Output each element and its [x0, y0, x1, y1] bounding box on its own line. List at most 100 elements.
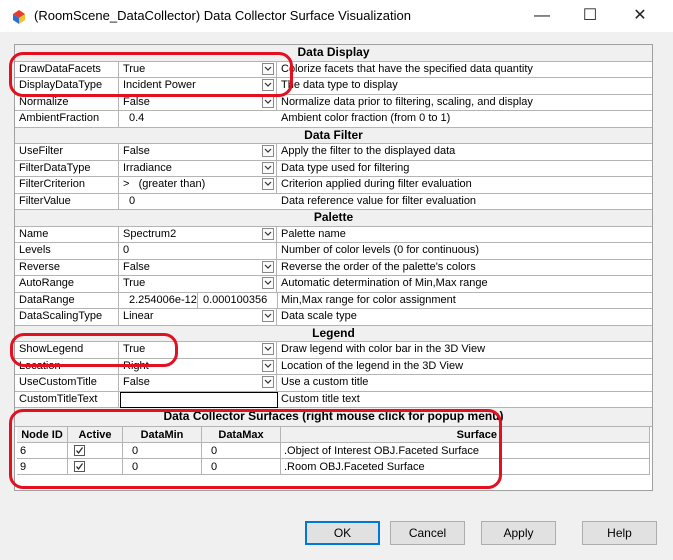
prop-row-data-scaling-type[interactable]: DataScalingType Linear Data scale type — [15, 309, 652, 326]
column-header-datamin[interactable]: DataMin — [123, 427, 202, 443]
dropdown-arrow-icon[interactable] — [262, 260, 274, 273]
prop-name: ShowLegend — [15, 342, 119, 358]
prop-row-data-range[interactable]: DataRange 2.254006e-12 0.000100356 Min,M… — [15, 292, 652, 309]
prop-value[interactable]: Right — [120, 358, 277, 374]
prop-description: Min,Max range for color assignment — [281, 293, 456, 306]
section-title: Palette — [313, 210, 354, 224]
section-title: Legend — [312, 325, 355, 340]
surfaces-table: Node ID Active DataMin DataMax Surface 6… — [17, 427, 650, 490]
prop-name: CustomTitleText — [15, 391, 119, 407]
prop-description: Ambient color fraction (from 0 to 1) — [281, 112, 451, 124]
dropdown-arrow-icon[interactable] — [262, 227, 274, 240]
close-button[interactable]: ✕ — [617, 0, 663, 32]
prop-value[interactable]: Linear — [120, 309, 277, 325]
column-header-datamax[interactable]: DataMax — [202, 427, 281, 443]
active-cell[interactable] — [68, 443, 123, 459]
prop-value[interactable]: > (greater than) — [120, 177, 277, 193]
prop-name: Location — [15, 358, 119, 374]
ok-button[interactable]: OK — [305, 521, 380, 545]
prop-description: Number of color levels (0 for continuous… — [281, 244, 480, 256]
dropdown-arrow-icon[interactable] — [262, 145, 274, 157]
prop-row-filter-value[interactable]: FilterValue 0 Data reference value for f… — [15, 193, 652, 210]
maximize-button[interactable]: ☐ — [567, 0, 613, 32]
prop-row-ambient-fraction[interactable]: AmbientFraction 0.4 Ambient color fracti… — [15, 111, 652, 128]
prop-value[interactable]: True — [120, 342, 277, 358]
column-header-surface[interactable]: Surface — [281, 427, 650, 443]
prop-value[interactable]: 0.4 — [120, 111, 278, 127]
prop-description: Apply the filter to the displayed data — [281, 145, 456, 157]
dropdown-arrow-icon[interactable] — [262, 343, 274, 355]
prop-value[interactable]: False — [120, 375, 277, 391]
help-button[interactable]: Help — [582, 521, 657, 545]
prop-name: UseCustomTitle — [15, 375, 119, 391]
apply-button[interactable]: Apply — [481, 521, 556, 545]
prop-row-location[interactable]: Location Right Location of the legend in… — [15, 358, 652, 375]
prop-name: DrawDataFacets — [15, 61, 119, 77]
prop-value[interactable]: False — [120, 259, 277, 275]
prop-name: DataScalingType — [15, 309, 119, 325]
column-header-node-id[interactable]: Node ID — [17, 427, 68, 443]
prop-value[interactable]: False — [120, 144, 277, 160]
prop-name: AutoRange — [15, 276, 119, 292]
prop-value[interactable]: True — [120, 276, 277, 292]
prop-name: Reverse — [15, 259, 119, 275]
prop-description: Custom title text — [281, 392, 360, 405]
prop-row-palette-name[interactable]: Name Spectrum2 Palette name — [15, 226, 652, 243]
prop-description: Use a custom title — [281, 376, 369, 388]
prop-row-normalize[interactable]: Normalize False Normalize data prior to … — [15, 94, 652, 111]
prop-row-filter-criterion[interactable]: FilterCriterion > (greater than) Criteri… — [15, 177, 652, 194]
dropdown-arrow-icon[interactable] — [262, 359, 274, 372]
app-icon — [13, 10, 25, 24]
prop-description: Draw legend with color bar in the 3D Vie… — [281, 343, 486, 355]
dropdown-arrow-icon[interactable] — [262, 161, 274, 174]
dropdown-arrow-icon[interactable] — [262, 178, 274, 190]
surface-cell: .Object of Interest OBJ.Faceted Surface — [281, 443, 650, 459]
prop-value[interactable]: Incident Power — [120, 78, 277, 94]
prop-value[interactable]: Spectrum2 — [120, 226, 277, 242]
minimize-button[interactable]: — — [519, 0, 565, 32]
dropdown-arrow-icon[interactable] — [262, 79, 274, 91]
dropdown-arrow-icon[interactable] — [262, 277, 274, 289]
prop-value[interactable]: True — [120, 61, 277, 77]
prop-name: FilterCriterion — [15, 177, 119, 193]
prop-row-levels[interactable]: Levels 0 Number of color levels (0 for c… — [15, 243, 652, 260]
prop-value[interactable]: Irradiance — [120, 160, 277, 176]
section-title: Data Display — [297, 45, 370, 59]
datamin-cell: 0 — [123, 459, 202, 475]
datamin-cell: 0 — [123, 443, 202, 459]
dropdown-arrow-icon[interactable] — [262, 95, 274, 108]
prop-description: Colorize facets that have the specified … — [281, 62, 533, 75]
cancel-button[interactable]: Cancel — [390, 521, 465, 545]
active-cell[interactable] — [68, 459, 123, 475]
dropdown-arrow-icon[interactable] — [262, 310, 274, 322]
section-palette: Palette — [15, 210, 652, 227]
prop-row-draw-data-facets[interactable]: DrawDataFacets True Colorize facets that… — [15, 61, 652, 78]
custom-title-text-input[interactable] — [120, 391, 278, 408]
prop-row-custom-title-text[interactable]: CustomTitleText Custom title text — [15, 391, 652, 408]
prop-row-filter-data-type[interactable]: FilterDataType Irradiance Data type used… — [15, 160, 652, 177]
column-header-active[interactable]: Active — [68, 427, 123, 443]
dropdown-arrow-icon[interactable] — [262, 376, 274, 388]
prop-row-use-custom-title[interactable]: UseCustomTitle False Use a custom title — [15, 375, 652, 392]
prop-value[interactable]: False — [120, 94, 277, 110]
prop-value[interactable]: 0 — [120, 194, 278, 210]
prop-name: Name — [15, 226, 119, 242]
data-range-max-input[interactable]: 0.000100356 — [199, 292, 278, 308]
prop-name: AmbientFraction — [15, 111, 119, 127]
data-range-min-input[interactable]: 2.254006e-12 — [120, 292, 198, 308]
prop-row-reverse[interactable]: Reverse False Reverse the order of the p… — [15, 259, 652, 276]
active-checkbox[interactable] — [74, 445, 85, 456]
prop-row-auto-range[interactable]: AutoRange True Automatic determination o… — [15, 276, 652, 293]
prop-description: Location of the legend in the 3D View — [281, 359, 464, 372]
section-surfaces: Data Collector Surfaces (right mouse cli… — [15, 408, 652, 427]
dropdown-arrow-icon[interactable] — [262, 62, 274, 75]
active-checkbox[interactable] — [74, 461, 85, 472]
prop-name: DataRange — [15, 292, 119, 308]
prop-name: DisplayDataType — [15, 78, 119, 94]
prop-row-display-data-type[interactable]: DisplayDataType Incident Power The data … — [15, 78, 652, 95]
prop-name: Normalize — [15, 94, 119, 110]
prop-row-use-filter[interactable]: UseFilter False Apply the filter to the … — [15, 144, 652, 161]
node-id-cell: 9 — [17, 459, 68, 475]
prop-row-show-legend[interactable]: ShowLegend True Draw legend with color b… — [15, 342, 652, 359]
prop-value[interactable]: 0 — [120, 243, 277, 259]
